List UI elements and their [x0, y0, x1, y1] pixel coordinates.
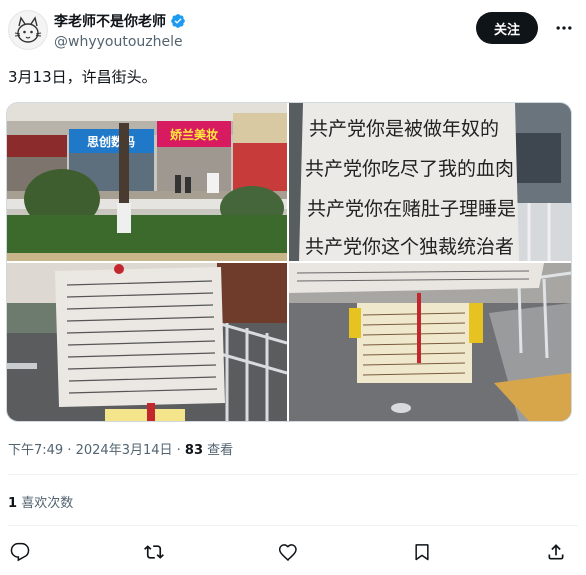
photo-banner-overpass[interactable]	[7, 263, 287, 421]
photo-street-scene[interactable]: 思创数码 娇兰美妆	[7, 103, 287, 261]
likes-count: 1	[8, 496, 18, 511]
tweet-date[interactable]: 2024年3月14日	[76, 443, 173, 458]
photo-banner-closeup[interactable]: 共产党你是被做年奴的 共产党你吃尽了我的血肉 共产党你在赌肚子理睡是 共产党你这…	[289, 103, 571, 261]
likes-label: 喜欢次数	[21, 496, 74, 511]
views-label: 查看	[207, 443, 234, 458]
likes-stat[interactable]: 1 喜欢次数	[8, 492, 73, 511]
more-options-button[interactable]	[552, 16, 576, 40]
author-avatar[interactable]	[8, 10, 48, 50]
verified-badge-icon	[171, 14, 185, 28]
tweet-time[interactable]: 下午7:49	[8, 443, 63, 458]
media-grid: 思创数码 娇兰美妆 共产党你是被做年奴的 共产党你吃尽了我的血肉 共产党你在赌肚…	[6, 102, 572, 422]
bookmark-icon	[415, 544, 429, 561]
views-count: 83	[184, 443, 204, 458]
retweet-icon	[144, 545, 164, 559]
follow-button[interactable]: 关注	[476, 12, 538, 44]
author-handle[interactable]: @whyyoutouzhele	[54, 34, 183, 50]
reply-icon	[10, 542, 30, 562]
divider-top	[8, 474, 578, 475]
bookmark-button[interactable]	[410, 540, 434, 564]
tweet-meta: 下午7:49 · 2024年3月14日 · 83 查看	[8, 443, 234, 458]
like-icon	[278, 544, 297, 562]
banner-line-1: 共产党你是被做年奴的	[309, 118, 499, 140]
tweet-header: 李老师不是你老师 @whyyoutouzhele 关注	[8, 8, 578, 54]
banner-line-4: 共产党你这个独裁统治者	[305, 236, 514, 258]
shop-sign-2: 娇兰美妆	[169, 127, 218, 142]
more-horizontal-icon	[556, 26, 572, 30]
author-name-row: 李老师不是你老师	[54, 11, 186, 31]
photo-wheelchair-banners[interactable]	[289, 263, 571, 421]
share-button[interactable]	[544, 540, 568, 564]
divider-bottom	[8, 525, 578, 526]
like-button[interactable]	[276, 540, 300, 564]
tweet-text: 3月13日，许昌街头。	[8, 68, 157, 86]
banner-line-2: 共产党你吃尽了我的血肉	[305, 158, 514, 180]
banner-line-3: 共产党你在赌肚子理睡是	[307, 198, 516, 220]
action-bar	[0, 538, 586, 566]
reply-button[interactable]	[8, 540, 32, 564]
author-display-name[interactable]: 李老师不是你老师	[54, 11, 166, 31]
retweet-button[interactable]	[142, 540, 166, 564]
share-icon	[548, 544, 564, 560]
